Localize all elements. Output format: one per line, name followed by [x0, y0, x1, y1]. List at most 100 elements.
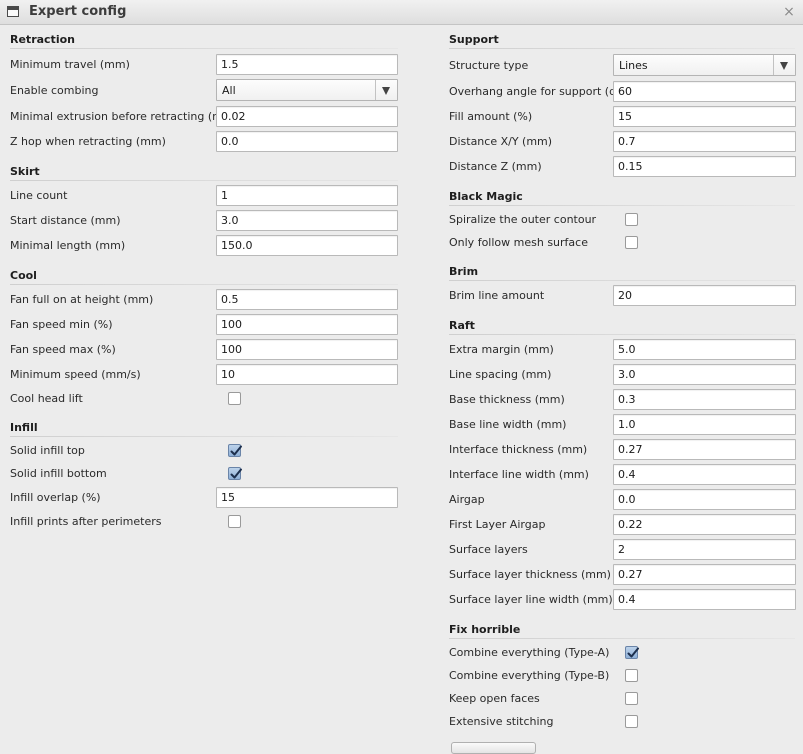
minimum-speed-input[interactable] — [216, 364, 398, 385]
interface-thickness-label: Interface thickness (mm) — [449, 443, 588, 456]
section-title-retraction: Retraction — [10, 33, 75, 46]
distance-xy-input[interactable] — [613, 131, 796, 152]
section-title-raft: Raft — [449, 319, 475, 332]
infill-after-perimeters-label: Infill prints after perimeters — [10, 515, 162, 528]
section-divider — [10, 180, 398, 181]
spiralize-label: Spiralize the outer contour — [449, 213, 597, 226]
section-title-fix-horrible: Fix horrible — [449, 623, 521, 636]
combine-type-b-checkbox[interactable] — [625, 669, 638, 682]
section-divider — [449, 638, 795, 639]
section-title-infill: Infill — [10, 421, 38, 434]
section-title-brim: Brim — [449, 265, 479, 278]
minimal-length-label: Minimal length (mm) — [10, 239, 126, 252]
enable-combing-label: Enable combing — [10, 84, 99, 97]
chevron-down-icon[interactable] — [375, 80, 397, 100]
interface-thickness-input[interactable] — [613, 439, 796, 460]
close-button[interactable]: × — [780, 3, 798, 21]
surface-layers-input[interactable] — [613, 539, 796, 560]
solid-infill-top-checkbox[interactable] — [228, 444, 242, 457]
brim-line-amount-label: Brim line amount — [449, 289, 545, 302]
fan-full-on-input[interactable] — [216, 289, 398, 310]
first-layer-airgap-input[interactable] — [613, 514, 796, 535]
fan-speed-max-input[interactable] — [216, 339, 398, 360]
cool-head-lift-checkbox[interactable] — [228, 392, 241, 405]
window-icon — [7, 6, 19, 17]
checkmark-icon — [230, 468, 242, 479]
combine-type-b-label: Combine everything (Type-B) — [449, 669, 610, 682]
start-distance-label: Start distance (mm) — [10, 214, 121, 227]
section-title-cool: Cool — [10, 269, 37, 282]
surface-layer-line-width-input[interactable] — [613, 589, 796, 610]
distance-z-label: Distance Z (mm) — [449, 160, 542, 173]
base-line-width-label: Base line width (mm) — [449, 418, 567, 431]
base-thickness-input[interactable] — [613, 389, 796, 410]
structure-type-value: Lines — [619, 59, 648, 72]
start-distance-input[interactable] — [216, 210, 398, 231]
line-count-label: Line count — [10, 189, 68, 202]
infill-after-perimeters-checkbox[interactable] — [228, 515, 241, 528]
brim-line-amount-input[interactable] — [613, 285, 796, 306]
keep-open-faces-checkbox[interactable] — [625, 692, 638, 705]
surface-layer-thickness-input[interactable] — [613, 564, 796, 585]
surface-layer-line-width-label: Surface layer line width (mm) — [449, 593, 613, 606]
chevron-down-icon[interactable] — [773, 55, 795, 75]
overhang-angle-label: Overhang angle for support (deg) — [449, 85, 635, 98]
fan-speed-min-label: Fan speed min (%) — [10, 318, 113, 331]
section-divider — [449, 334, 795, 335]
spiralize-checkbox[interactable] — [625, 213, 638, 226]
keep-open-faces-label: Keep open faces — [449, 692, 540, 705]
title-bar: Expert config × — [0, 0, 803, 25]
minimum-travel-label: Minimum travel (mm) — [10, 58, 130, 71]
line-count-input[interactable] — [216, 185, 398, 206]
distance-xy-label: Distance X/Y (mm) — [449, 135, 553, 148]
section-title-skirt: Skirt — [10, 165, 40, 178]
combine-type-a-checkbox[interactable] — [625, 646, 639, 659]
section-divider — [10, 284, 398, 285]
fan-speed-max-label: Fan speed max (%) — [10, 343, 116, 356]
surface-layer-thickness-label: Surface layer thickness (mm) — [449, 568, 611, 581]
only-mesh-surface-checkbox[interactable] — [625, 236, 638, 249]
section-title-support: Support — [449, 33, 499, 46]
solid-infill-top-label: Solid infill top — [10, 444, 85, 457]
section-divider — [449, 280, 795, 281]
only-mesh-surface-label: Only follow mesh surface — [449, 236, 588, 249]
enable-combing-value: All — [222, 84, 236, 97]
infill-overlap-label: Infill overlap (%) — [10, 491, 101, 504]
structure-type-label: Structure type — [449, 59, 529, 72]
window-title: Expert config — [29, 4, 127, 19]
distance-z-input[interactable] — [613, 156, 796, 177]
z-hop-label: Z hop when retracting (mm) — [10, 135, 166, 148]
fill-amount-label: Fill amount (%) — [449, 110, 533, 123]
fill-amount-input[interactable] — [613, 106, 796, 127]
section-title-black-magic: Black Magic — [449, 190, 523, 203]
z-hop-input[interactable] — [216, 131, 398, 152]
combine-type-a-label: Combine everything (Type-A) — [449, 646, 610, 659]
minimal-extrusion-input[interactable] — [216, 106, 398, 127]
enable-combing-select[interactable]: All — [216, 79, 398, 101]
fan-speed-min-input[interactable] — [216, 314, 398, 335]
solid-infill-bottom-label: Solid infill bottom — [10, 467, 107, 480]
section-divider — [449, 205, 795, 206]
solid-infill-bottom-checkbox[interactable] — [228, 467, 242, 480]
structure-type-select[interactable]: Lines — [613, 54, 796, 76]
airgap-input[interactable] — [613, 489, 796, 510]
extensive-stitching-label: Extensive stitching — [449, 715, 554, 728]
minimal-extrusion-label: Minimal extrusion before retracting (mm) — [10, 110, 238, 123]
extra-margin-input[interactable] — [613, 339, 796, 360]
interface-line-width-input[interactable] — [613, 464, 796, 485]
checkmark-icon — [230, 445, 242, 456]
checkmark-icon — [627, 647, 639, 658]
section-divider — [10, 48, 398, 49]
first-layer-airgap-label: First Layer Airgap — [449, 518, 546, 531]
extra-margin-label: Extra margin (mm) — [449, 343, 554, 356]
minimum-speed-label: Minimum speed (mm/s) — [10, 368, 141, 381]
line-spacing-input[interactable] — [613, 364, 796, 385]
infill-overlap-input[interactable] — [216, 487, 398, 508]
minimal-length-input[interactable] — [216, 235, 398, 256]
extensive-stitching-checkbox[interactable] — [625, 715, 638, 728]
ok-button[interactable] — [451, 742, 536, 754]
line-spacing-label: Line spacing (mm) — [449, 368, 552, 381]
minimum-travel-input[interactable] — [216, 54, 398, 75]
overhang-angle-input[interactable] — [613, 81, 796, 102]
base-line-width-input[interactable] — [613, 414, 796, 435]
